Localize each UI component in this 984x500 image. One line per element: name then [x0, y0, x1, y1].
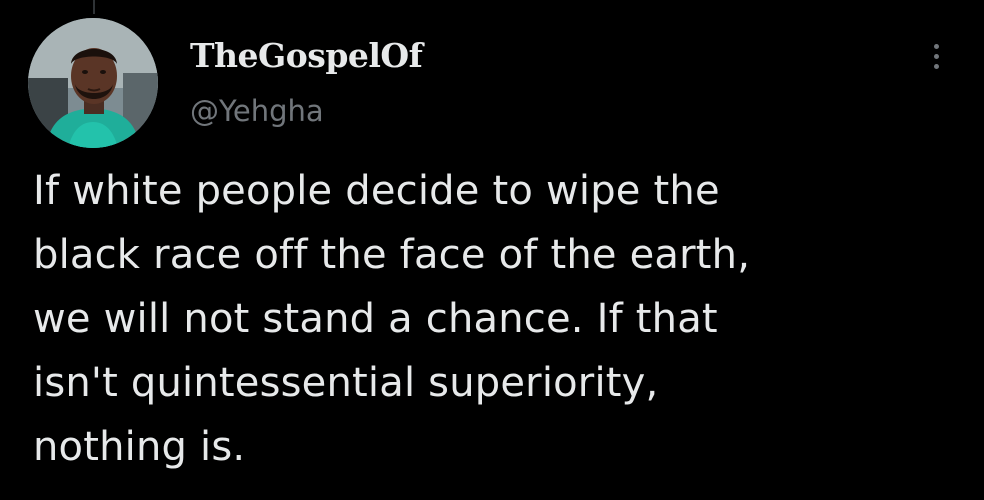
- tweet-text-line: If white people decide to wipe the: [33, 168, 720, 214]
- more-options-icon-dot: [933, 53, 939, 59]
- tweet-text-line: black race off the face of the earth,: [33, 232, 751, 278]
- more-options-icon-dot: [933, 63, 939, 69]
- more-options-icon: [933, 43, 939, 49]
- tweet-text-line: we will not stand a chance. If that: [33, 296, 718, 342]
- tweet: TheGospelOf @Yehgha If white people deci…: [0, 0, 984, 500]
- profile-photo: [28, 18, 158, 148]
- author-display-name[interactable]: TheGospelOf: [190, 36, 423, 75]
- avatar[interactable]: [28, 18, 158, 148]
- tweet-text-line: isn't quintessential superiority,: [33, 360, 659, 406]
- author-handle[interactable]: @Yehgha: [190, 94, 324, 128]
- more-options-button[interactable]: [920, 36, 952, 76]
- tweet-text: If white people decide to wipe the black…: [33, 159, 963, 479]
- tweet-text-line: nothing is.: [33, 424, 246, 470]
